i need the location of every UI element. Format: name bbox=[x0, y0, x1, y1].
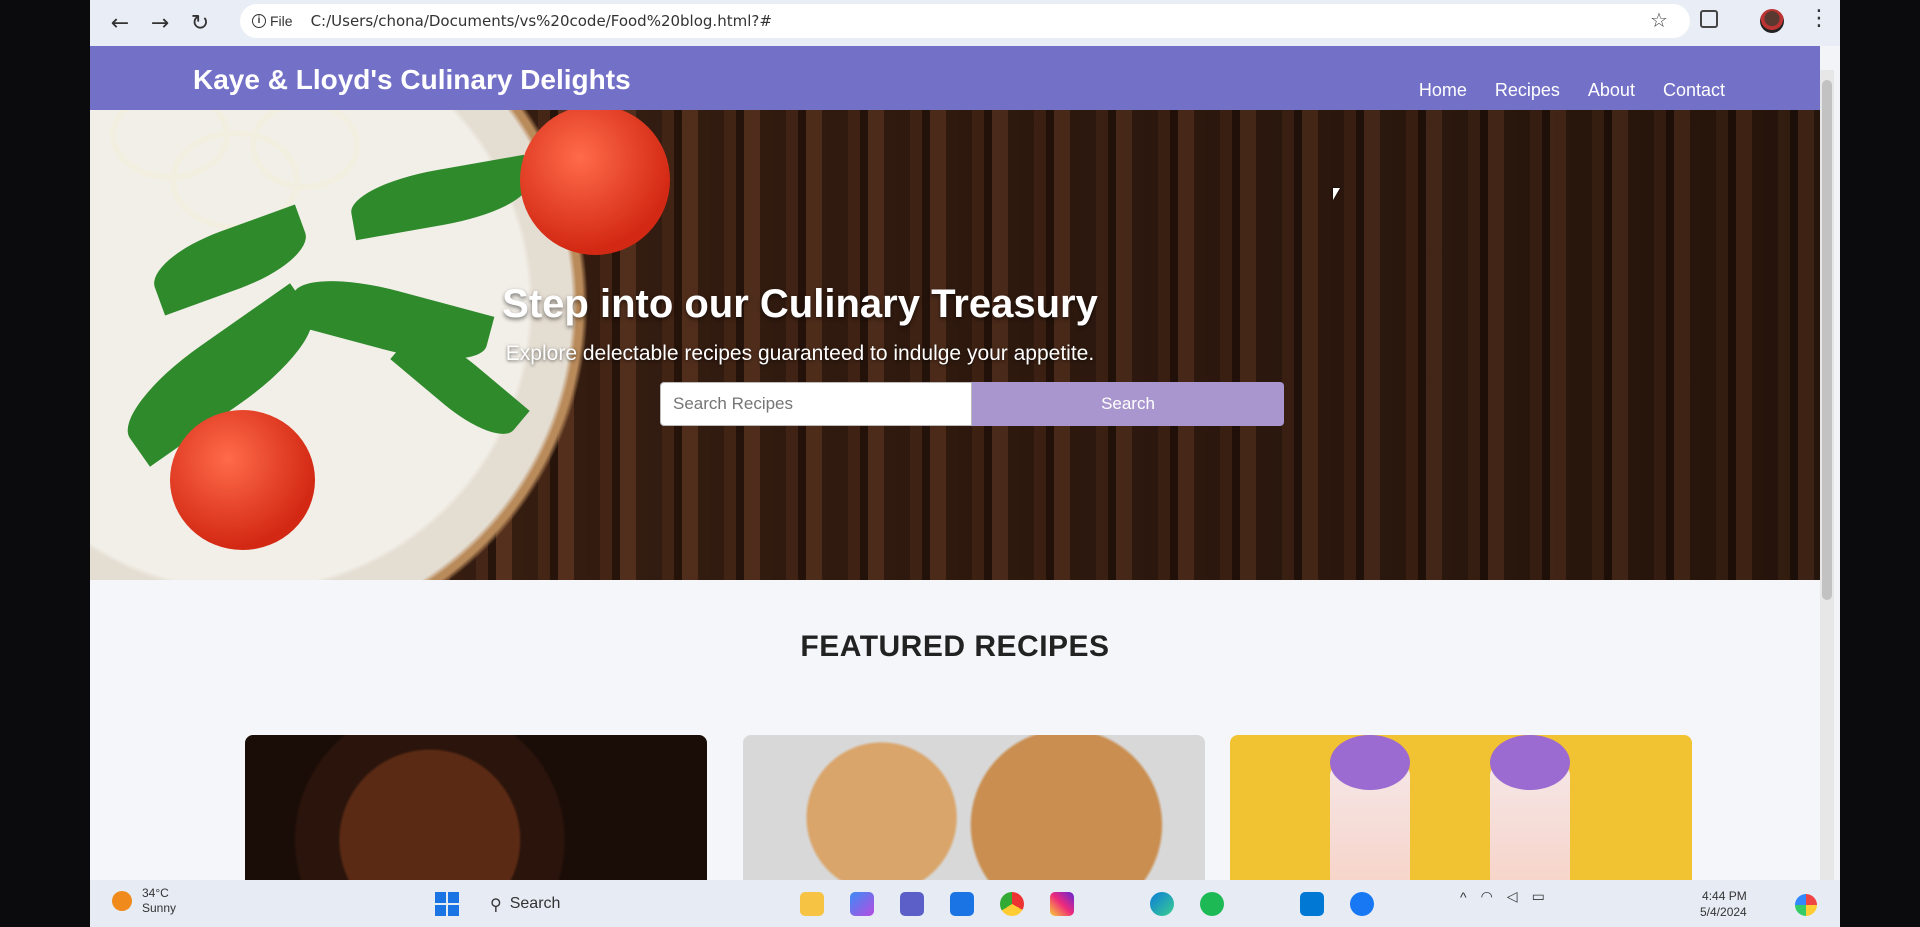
nav-link-recipes[interactable]: Recipes bbox=[1495, 80, 1560, 101]
facebook-icon[interactable] bbox=[1350, 892, 1374, 916]
nav-link-contact[interactable]: Contact bbox=[1663, 80, 1725, 101]
tomato-image bbox=[520, 110, 670, 255]
star-icon[interactable]: ☆ bbox=[1650, 8, 1668, 32]
copilot-icon[interactable] bbox=[850, 892, 874, 916]
chrome-icon[interactable] bbox=[1000, 892, 1024, 916]
sun-icon bbox=[112, 891, 132, 911]
battery-icon[interactable]: ▭ bbox=[1532, 888, 1545, 905]
browser-toolbar: ← → ↻ i File C:/Users/chona/Documents/vs… bbox=[90, 0, 1840, 46]
chevron-up-icon[interactable]: ^ bbox=[1460, 889, 1467, 905]
ube-scoop-image bbox=[1490, 735, 1570, 790]
search-icon: ⚲ bbox=[490, 894, 502, 914]
taskbar-search[interactable]: ⚲ Search bbox=[480, 888, 660, 920]
edge-icon[interactable] bbox=[1150, 892, 1174, 916]
info-icon: i bbox=[252, 14, 266, 28]
search-button[interactable]: Search bbox=[972, 382, 1284, 426]
featured-title: FEATURED RECIPES bbox=[800, 630, 1110, 663]
taskbar-clock[interactable]: 4:44 PM 5/4/2024 bbox=[1700, 888, 1747, 920]
clock-time: 4:44 PM bbox=[1702, 889, 1747, 903]
mail-icon[interactable] bbox=[950, 892, 974, 916]
spotify-icon[interactable] bbox=[1200, 892, 1224, 916]
site-brand[interactable]: Kaye & Lloyd's Culinary Delights bbox=[193, 64, 631, 96]
reload-icon[interactable]: ↻ bbox=[180, 3, 220, 43]
ube-scoop-image bbox=[1330, 735, 1410, 790]
url-text[interactable]: C:/Users/chona/Documents/vs%20code/Food%… bbox=[311, 12, 772, 30]
menu-icon[interactable]: ⋮ bbox=[1808, 6, 1830, 31]
notification-icon[interactable] bbox=[1795, 894, 1817, 916]
recipe-search-form: Search bbox=[660, 382, 1284, 426]
browser-window: ← → ↻ i File C:/Users/chona/Documents/vs… bbox=[90, 0, 1840, 927]
site-info-chip[interactable]: i File bbox=[252, 13, 293, 29]
volume-icon[interactable]: ◁ bbox=[1507, 888, 1518, 905]
weather-text: 34°C Sunny bbox=[142, 886, 176, 916]
hero-title: Step into our Culinary Treasury bbox=[502, 282, 1098, 326]
back-icon[interactable]: ← bbox=[100, 3, 140, 43]
hero-subtitle: Explore delectable recipes guaranteed to… bbox=[505, 342, 1095, 365]
tomato-image bbox=[170, 410, 315, 550]
hero-banner: Step into our Culinary Treasury Explore … bbox=[90, 110, 1820, 580]
nav-link-home[interactable]: Home bbox=[1419, 80, 1467, 101]
site-nav: Home Recipes About Contact bbox=[1419, 80, 1725, 101]
mouse-cursor bbox=[1333, 188, 1340, 200]
search-input[interactable] bbox=[660, 382, 972, 426]
nav-link-about[interactable]: About bbox=[1588, 80, 1635, 101]
extensions-icon[interactable] bbox=[1700, 10, 1718, 28]
page-scrollbar[interactable] bbox=[1820, 70, 1834, 880]
weather-widget[interactable]: 34°C Sunny bbox=[112, 886, 176, 916]
recipe-card-dessert[interactable] bbox=[1230, 735, 1692, 885]
file-label: File bbox=[270, 13, 293, 29]
vscode-icon[interactable] bbox=[1300, 892, 1324, 916]
weather-temp: 34°C bbox=[142, 886, 169, 900]
featured-recipes-section: FEATURED RECIPES bbox=[90, 580, 1820, 885]
instagram-icon[interactable] bbox=[1050, 892, 1074, 916]
system-tray[interactable]: ^ ◠ ◁ ▭ bbox=[1460, 888, 1545, 905]
clock-date: 5/4/2024 bbox=[1700, 905, 1747, 919]
file-explorer-icon[interactable] bbox=[800, 892, 824, 916]
address-bar[interactable]: i File C:/Users/chona/Documents/vs%20cod… bbox=[240, 4, 1690, 38]
forward-icon[interactable]: → bbox=[140, 3, 180, 43]
scroll-thumb[interactable] bbox=[1822, 80, 1832, 600]
profile-avatar[interactable] bbox=[1760, 9, 1784, 33]
recipe-card-chicken[interactable] bbox=[245, 735, 707, 885]
recipe-card-pastry[interactable] bbox=[743, 735, 1205, 885]
teams-icon[interactable] bbox=[900, 892, 924, 916]
weather-desc: Sunny bbox=[142, 901, 177, 915]
wifi-icon[interactable]: ◠ bbox=[1481, 888, 1493, 905]
windows-start-icon[interactable] bbox=[435, 892, 459, 916]
taskbar-search-label: Search bbox=[509, 895, 561, 912]
windows-taskbar: 34°C Sunny ⚲ Search ^ ◠ ◁ ▭ 4:44 PM 5/4/… bbox=[90, 880, 1840, 927]
